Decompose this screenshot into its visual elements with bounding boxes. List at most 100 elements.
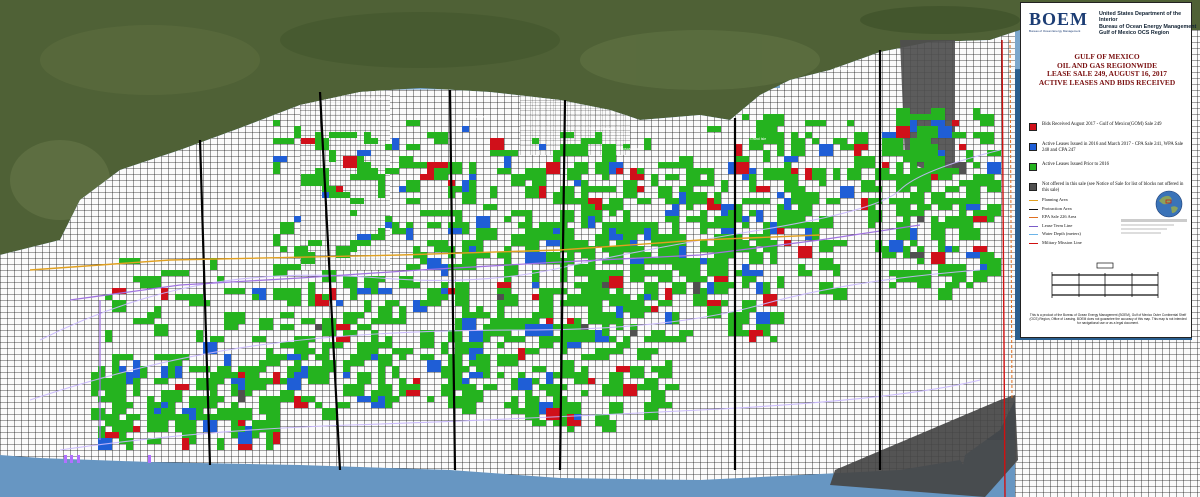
lease-block — [287, 378, 301, 390]
lease-block — [308, 282, 315, 294]
lease-block — [301, 318, 315, 324]
lease-block — [980, 252, 994, 264]
lease-block — [357, 162, 364, 174]
agency-line: Bureau of Ocean Energy Management — [1099, 23, 1197, 30]
lease-block — [406, 264, 413, 270]
lease-block — [231, 384, 238, 396]
lease-block — [525, 348, 539, 354]
lease-block — [686, 180, 693, 192]
lease-block — [133, 390, 140, 396]
lease-block — [700, 222, 707, 234]
lease-block — [455, 366, 462, 378]
lease-block — [210, 390, 217, 402]
lease-block — [182, 438, 189, 450]
lease-block — [987, 216, 994, 222]
lease-block — [112, 354, 119, 366]
lease-block — [266, 354, 273, 360]
lease-block — [749, 276, 756, 282]
lease-block — [490, 150, 504, 156]
lease-block — [483, 384, 497, 390]
lease-block — [693, 192, 707, 204]
lease-block — [518, 222, 532, 228]
lease-block — [378, 366, 385, 378]
lease-block — [938, 222, 945, 228]
lease-block — [742, 222, 749, 228]
line-legend-item: Planning Area — [1029, 197, 1119, 206]
lease-block — [504, 156, 511, 168]
lease-block — [665, 186, 672, 192]
lease-block — [378, 354, 392, 366]
lease-block — [896, 210, 903, 216]
lease-block — [532, 234, 546, 240]
lease-block — [917, 114, 931, 120]
lease-block — [329, 132, 343, 138]
lease-block — [217, 438, 224, 450]
lease-block — [147, 426, 154, 432]
lease-block — [469, 390, 483, 402]
lease-block — [658, 162, 665, 168]
lease-block — [378, 390, 385, 396]
lease-block — [763, 198, 770, 204]
lease-block — [987, 204, 994, 210]
lease-block — [714, 192, 721, 204]
lease-block — [119, 366, 126, 372]
lease-block — [476, 228, 483, 240]
lease-block — [798, 246, 812, 258]
lease-block — [539, 168, 546, 174]
place-label: West Cameron — [780, 97, 803, 101]
lease-block — [364, 132, 371, 138]
lease-block — [301, 174, 315, 186]
lease-block — [434, 168, 448, 180]
lease-block — [448, 288, 455, 294]
lease-block — [581, 204, 595, 216]
lease-block — [315, 132, 322, 138]
lease-block — [651, 234, 658, 246]
lease-block — [693, 282, 700, 294]
lease-block — [420, 174, 434, 180]
lease-block — [805, 168, 812, 180]
legend-swatch-not-offered — [1029, 183, 1037, 191]
lease-block — [511, 234, 518, 240]
lease-block — [777, 132, 784, 144]
lease-block — [196, 408, 203, 414]
lease-block — [910, 228, 917, 240]
lease-block — [980, 114, 994, 126]
lease-block — [336, 300, 343, 306]
lease-block — [231, 420, 238, 426]
lease-block — [504, 216, 511, 222]
lease-block — [406, 348, 413, 354]
lease-block — [672, 288, 686, 294]
lease-block — [938, 246, 945, 252]
lease-block — [385, 402, 392, 408]
lease-block — [532, 396, 539, 402]
lease-block — [336, 192, 350, 198]
lease-block — [238, 432, 252, 444]
lease-block — [147, 396, 154, 408]
lease-block — [308, 294, 315, 306]
lease-block — [665, 198, 672, 204]
lease-block — [364, 162, 371, 168]
lease-block — [581, 216, 588, 228]
lease-block — [707, 222, 714, 228]
lease-block — [406, 144, 420, 150]
lease-block — [210, 378, 217, 384]
lease-block — [630, 222, 637, 234]
lease-block — [847, 168, 861, 180]
lease-block — [539, 252, 546, 264]
lease-block — [483, 204, 497, 210]
lease-block — [749, 174, 756, 180]
lease-block — [532, 294, 539, 300]
lease-block — [819, 144, 833, 156]
lease-block — [665, 384, 672, 390]
lease-block — [532, 402, 539, 408]
lease-block — [938, 288, 952, 300]
lease-block — [966, 204, 980, 210]
lease-block — [805, 192, 819, 204]
lease-block — [462, 192, 469, 204]
lease-block — [602, 204, 616, 210]
lease-block — [133, 414, 140, 420]
lease-block — [154, 354, 168, 360]
lease-block — [154, 420, 161, 432]
lease-block — [602, 288, 609, 300]
lease-block — [987, 162, 1001, 174]
